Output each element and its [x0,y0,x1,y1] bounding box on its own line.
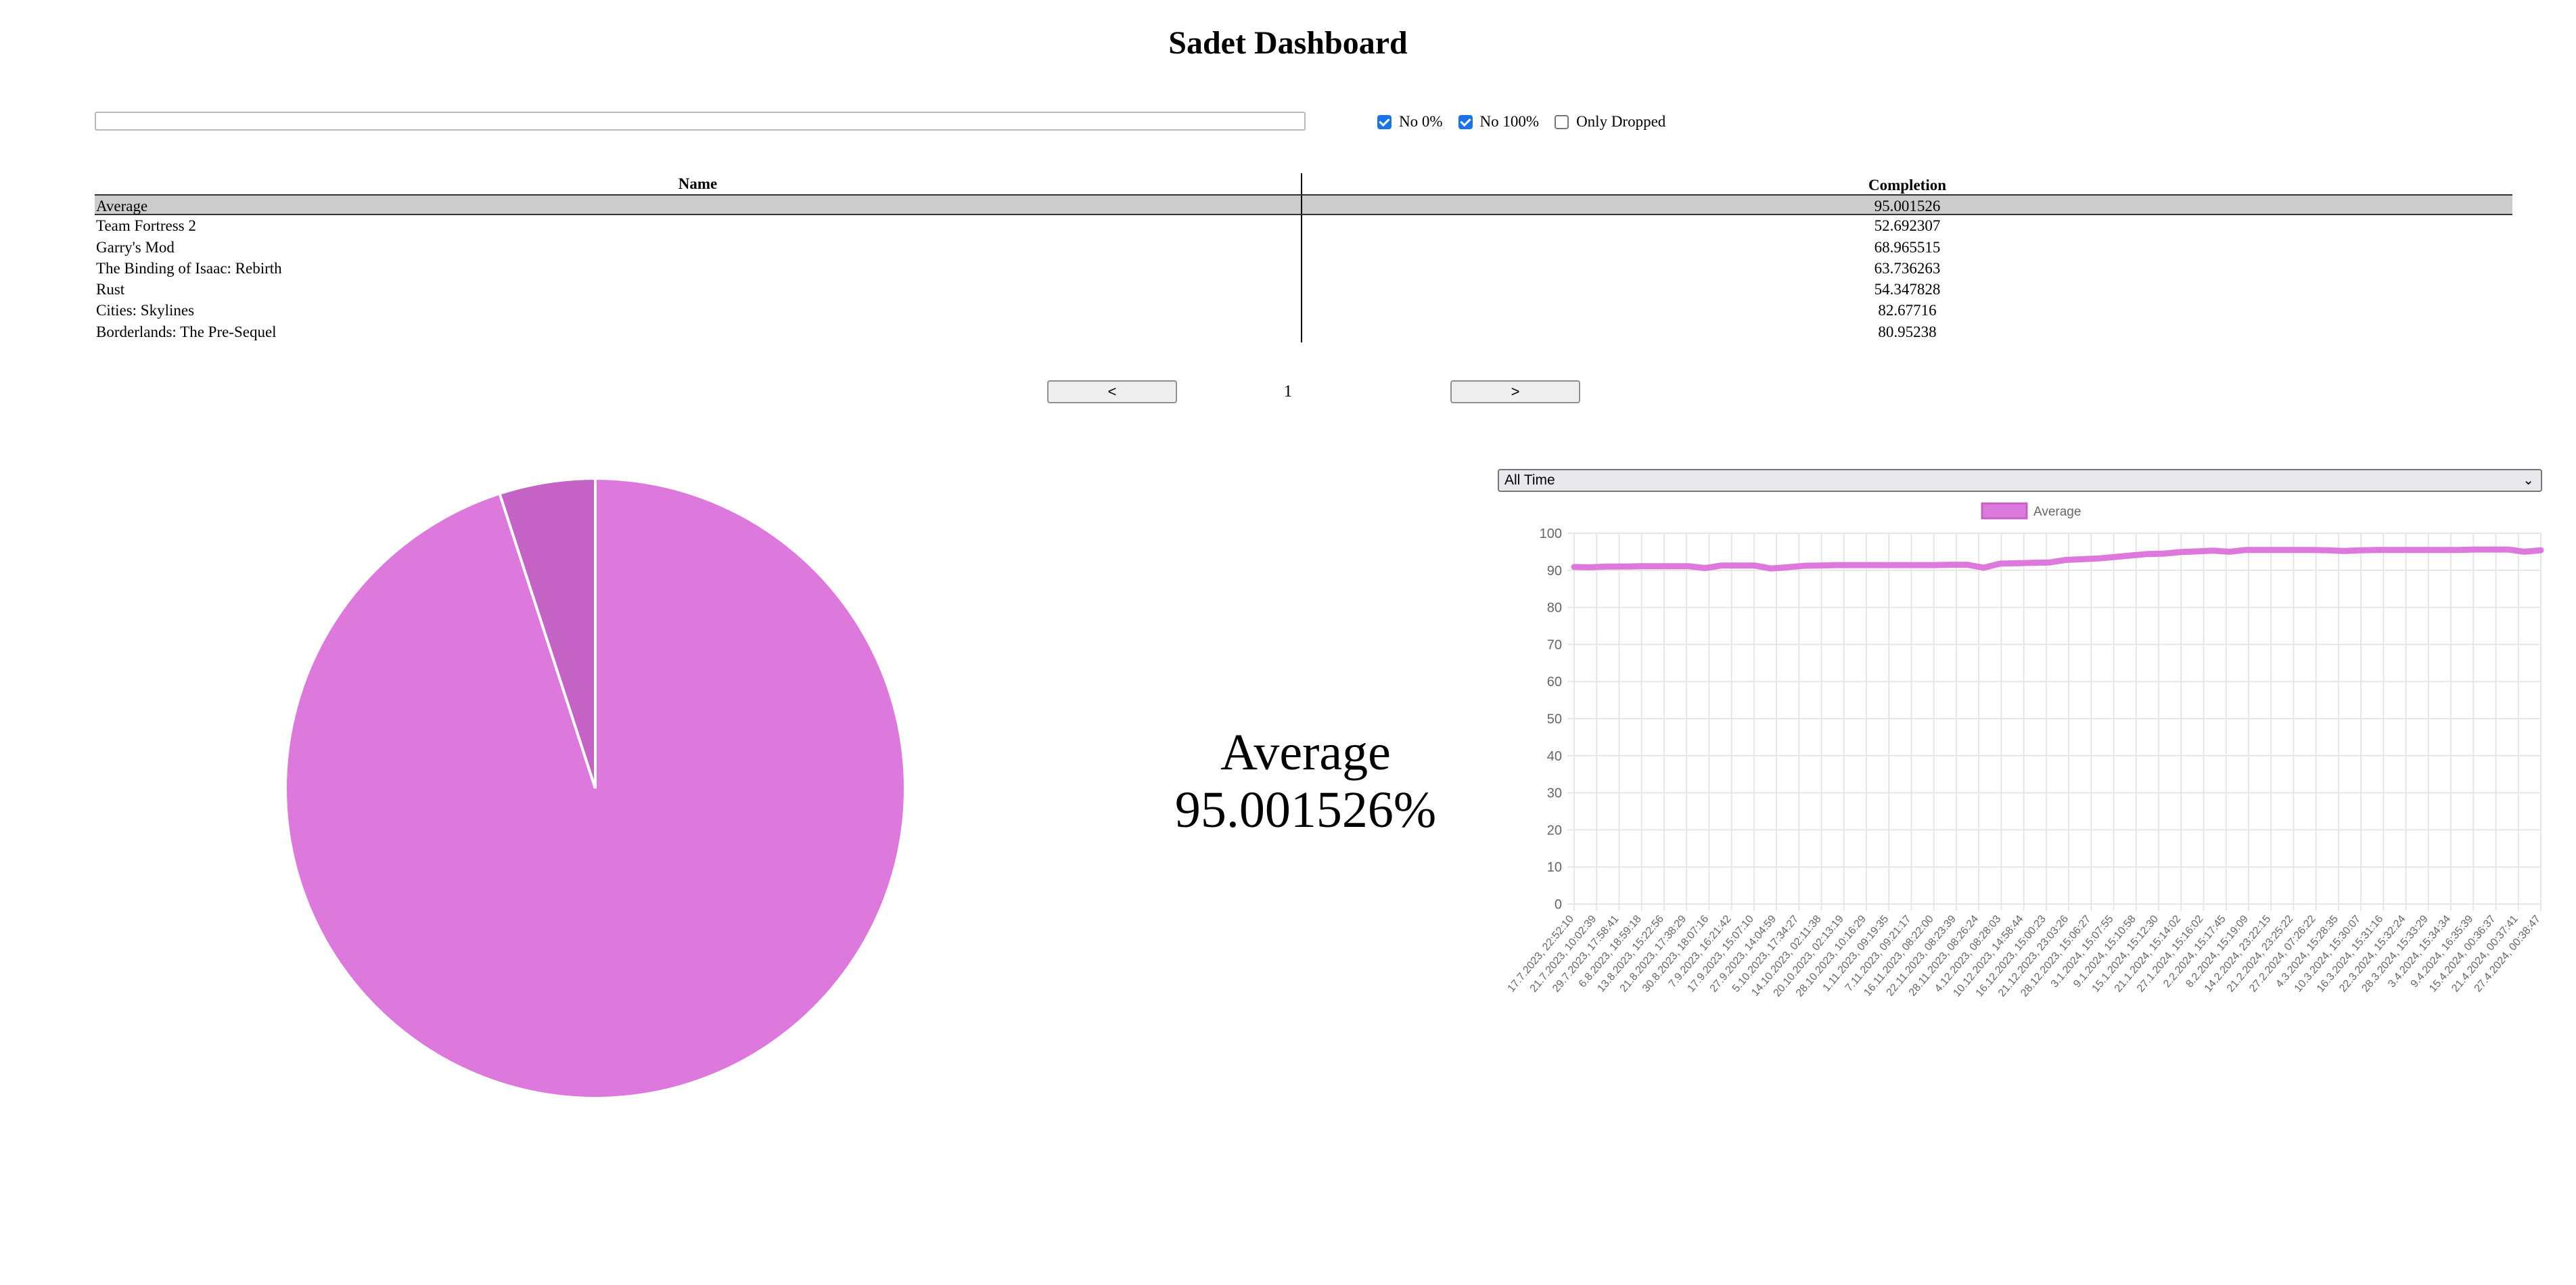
pagination: < 1 > [0,380,2576,403]
row-completion: 80.95238 [1878,323,1937,340]
table-header: Name Completion [95,173,2512,194]
row-completion: 54.347828 [1874,281,1941,298]
filter-no-zero[interactable]: No 0% [1377,113,1443,131]
average-series-line[interactable] [1571,546,2544,572]
y-tick-label: 0 [1555,897,1562,912]
y-tick-label: 30 [1547,786,1562,801]
row-name: Team Fortress 2 [95,215,1302,237]
average-value: 95.001526% [1174,782,1437,838]
y-tick-label: 50 [1547,712,1562,727]
row-completion: 63.736263 [1874,259,1941,277]
table-row[interactable]: Garry's Mod 68.965515 [95,236,2512,258]
table-row[interactable]: Average 95.001526 [95,194,2512,216]
row-name: Average [95,196,1302,215]
table-row[interactable]: Borderlands: The Pre-Sequel 80.95238 [95,321,2512,343]
games-table: Name Completion Average 95.001526 Team F… [95,173,2512,343]
legend-label: Average [2033,505,2081,519]
table-row[interactable]: Rust 54.347828 [95,279,2512,300]
legend-swatch [1981,502,2028,520]
y-tick-label: 60 [1547,675,1562,690]
chevron-down-icon: ⌄ [2523,473,2534,488]
chart-legend[interactable]: Average [1981,502,2081,520]
filter-only-dropped[interactable]: Only Dropped [1555,113,1665,131]
y-tick-label: 40 [1547,749,1562,764]
row-name: Rust [95,279,1302,300]
row-completion: 95.001526 [1874,198,1941,215]
y-tick-label: 90 [1547,564,1562,579]
y-tick-label: 10 [1547,860,1562,875]
filter-no-hundred[interactable]: No 100% [1458,113,1540,131]
no-hundred-checkbox[interactable] [1458,114,1473,129]
table-row[interactable]: Team Fortress 2 52.692307 [95,215,2512,237]
search-input[interactable] [95,112,1306,131]
row-name: Garry's Mod [95,236,1302,258]
no-hundred-label: No 100% [1479,113,1540,130]
prev-page-button[interactable]: < [1047,380,1177,403]
page-number: 1 [1283,382,1293,401]
table-row[interactable]: Cities: Skylines 82.67716 [95,300,2512,321]
no-zero-label: No 0% [1399,113,1443,130]
only-dropped-label: Only Dropped [1576,113,1666,130]
row-name: Borderlands: The Pre-Sequel [95,321,1302,343]
average-label: Average [1220,724,1391,781]
time-range-select[interactable]: All Time ⌄ [1498,469,2542,492]
row-completion: 68.965515 [1874,238,1941,256]
row-completion: 52.692307 [1874,217,1941,235]
next-page-button[interactable]: > [1450,380,1580,403]
row-name: The Binding of Isaac: Rebirth [95,257,1302,279]
y-tick-label: 80 [1547,601,1562,616]
table-body: Average 95.001526 Team Fortress 2 52.692… [95,194,2512,343]
y-tick-label: 20 [1547,823,1562,838]
page-title: Sadet Dashboard [1168,25,1408,61]
y-tick-label: 100 [1540,526,1562,541]
completion-pie-chart [284,477,906,1100]
y-tick-label: 70 [1547,637,1562,652]
only-dropped-checkbox[interactable] [1555,114,1569,129]
row-name: Cities: Skylines [95,300,1302,321]
name-column-header[interactable]: Name [95,173,1302,194]
no-zero-checkbox[interactable] [1377,114,1392,129]
average-history-chart: Average010203040506070809010017.7.2023, … [1506,502,2544,999]
average-summary: Average 95.001526% [1150,724,1461,839]
filter-bar: No 0% No 100% Only Dropped [1377,111,1681,133]
completion-column-header[interactable]: Completion [1302,173,2512,194]
row-completion: 82.67716 [1878,302,1937,319]
time-range-value: All Time [1504,472,1555,488]
table-row[interactable]: The Binding of Isaac: Rebirth 63.736263 [95,257,2512,279]
